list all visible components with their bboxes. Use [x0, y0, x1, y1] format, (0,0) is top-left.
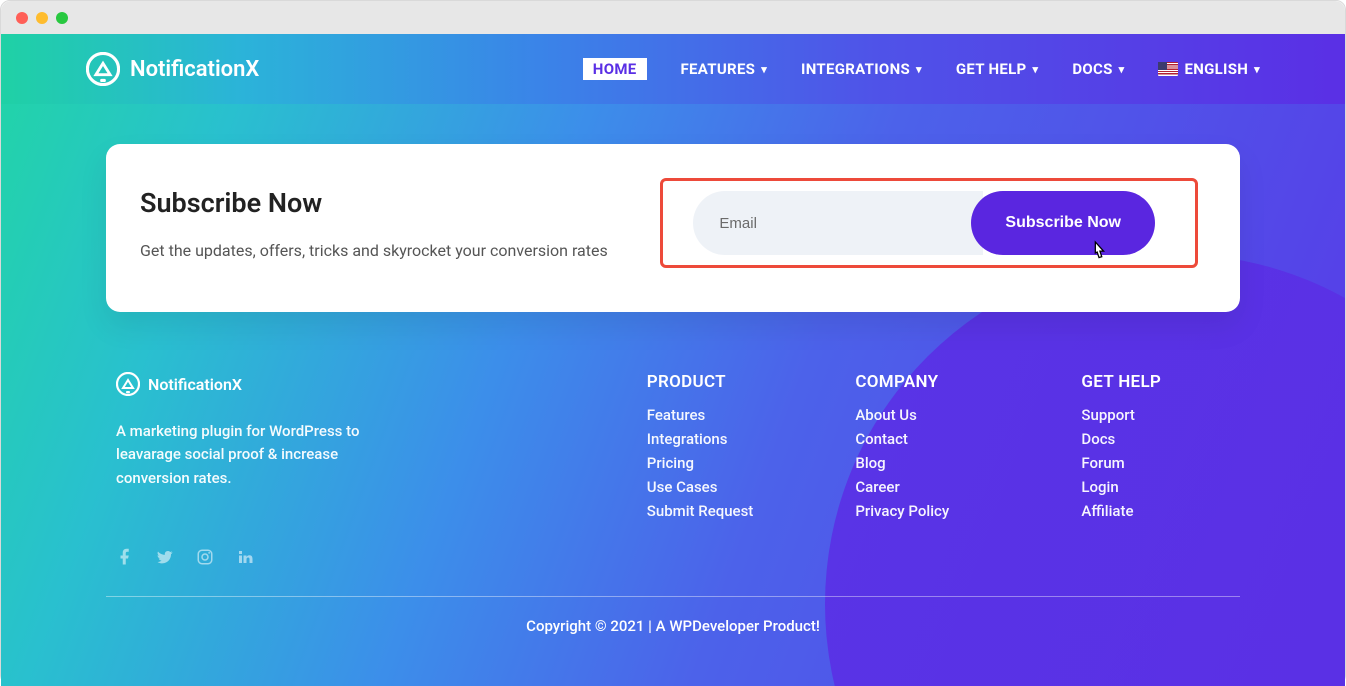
footer-col-company: COMPANY About Us Contact Blog Career Pri…: [855, 372, 1021, 566]
footer-link[interactable]: Pricing: [647, 454, 796, 472]
footer-link[interactable]: Career: [855, 478, 1021, 496]
social-icons: [116, 548, 396, 566]
footer-link[interactable]: Submit Request: [647, 502, 796, 520]
footer-link[interactable]: Privacy Policy: [855, 502, 1021, 520]
window-close-icon[interactable]: [16, 12, 28, 24]
footer-brand-col: NotificationX A marketing plugin for Wor…: [116, 372, 396, 566]
footer-link[interactable]: About Us: [855, 406, 1021, 424]
footer-copyright: Copyright © 2021 | A WPDeveloper Product…: [1, 617, 1345, 635]
subscribe-button[interactable]: Subscribe Now: [971, 191, 1155, 255]
nav-home[interactable]: HOME: [583, 58, 647, 80]
brand-name: NotificationX: [130, 57, 259, 82]
footer-link[interactable]: Login: [1081, 478, 1230, 496]
chevron-down-icon: ▾: [916, 63, 922, 76]
linkedin-icon[interactable]: [236, 548, 254, 566]
footer-link[interactable]: Affiliate: [1081, 502, 1230, 520]
subscribe-subtitle: Get the updates, offers, tricks and skyr…: [140, 241, 660, 260]
facebook-icon[interactable]: [116, 548, 134, 566]
footer-link[interactable]: Contact: [855, 430, 1021, 448]
footer-link[interactable]: Use Cases: [647, 478, 796, 496]
subscribe-form: Subscribe Now: [693, 191, 1155, 255]
footer-link[interactable]: Integrations: [647, 430, 796, 448]
footer-col-product: PRODUCT Features Integrations Pricing Us…: [647, 372, 796, 566]
instagram-icon[interactable]: [196, 548, 214, 566]
brand-logo[interactable]: NotificationX: [86, 52, 259, 86]
nav-language[interactable]: ENGLISH ▾: [1158, 60, 1260, 78]
window-minimize-icon[interactable]: [36, 12, 48, 24]
window-titlebar: [1, 1, 1345, 34]
footer-divider: [106, 596, 1240, 597]
footer-link[interactable]: Blog: [855, 454, 1021, 472]
footer-col-help: GET HELP Support Docs Forum Login Affili…: [1081, 372, 1230, 566]
footer-heading-company: COMPANY: [855, 372, 1021, 392]
chevron-down-icon: ▾: [1032, 63, 1038, 76]
subscribe-title: Subscribe Now: [140, 187, 660, 219]
nav-integrations[interactable]: INTEGRATIONS ▾: [801, 60, 922, 78]
subscribe-form-highlight: Subscribe Now: [660, 178, 1198, 268]
main-nav: HOME FEATURES ▾ INTEGRATIONS ▾ GET HELP …: [583, 58, 1260, 80]
footer-link[interactable]: Features: [647, 406, 796, 424]
twitter-icon[interactable]: [156, 548, 174, 566]
chevron-down-icon: ▾: [1254, 63, 1260, 76]
brand-logo-icon: [86, 52, 120, 86]
footer: NotificationX A marketing plugin for Wor…: [116, 372, 1230, 566]
footer-link[interactable]: Support: [1081, 406, 1230, 424]
nav-get-help[interactable]: GET HELP ▾: [956, 60, 1038, 78]
footer-brand-name: NotificationX: [148, 375, 242, 394]
footer-link[interactable]: Forum: [1081, 454, 1230, 472]
footer-link[interactable]: Docs: [1081, 430, 1230, 448]
footer-brand-desc: A marketing plugin for WordPress to leav…: [116, 420, 396, 490]
flag-us-icon: [1158, 62, 1178, 76]
chevron-down-icon: ▾: [1119, 63, 1125, 76]
brand-logo-icon: [116, 372, 140, 396]
nav-features[interactable]: FEATURES ▾: [681, 60, 768, 78]
subscribe-card: Subscribe Now Get the updates, offers, t…: [106, 144, 1240, 312]
window-maximize-icon[interactable]: [56, 12, 68, 24]
email-input[interactable]: [693, 191, 983, 255]
chevron-down-icon: ▾: [761, 63, 767, 76]
nav-docs[interactable]: DOCS ▾: [1072, 60, 1124, 78]
footer-brand-logo[interactable]: NotificationX: [116, 372, 396, 396]
header-nav: NotificationX HOME FEATURES ▾ INTEGRATIO…: [1, 34, 1345, 104]
footer-heading-product: PRODUCT: [647, 372, 796, 392]
footer-heading-help: GET HELP: [1081, 372, 1230, 392]
page-body: Subscribe Now Get the updates, offers, t…: [1, 104, 1345, 686]
